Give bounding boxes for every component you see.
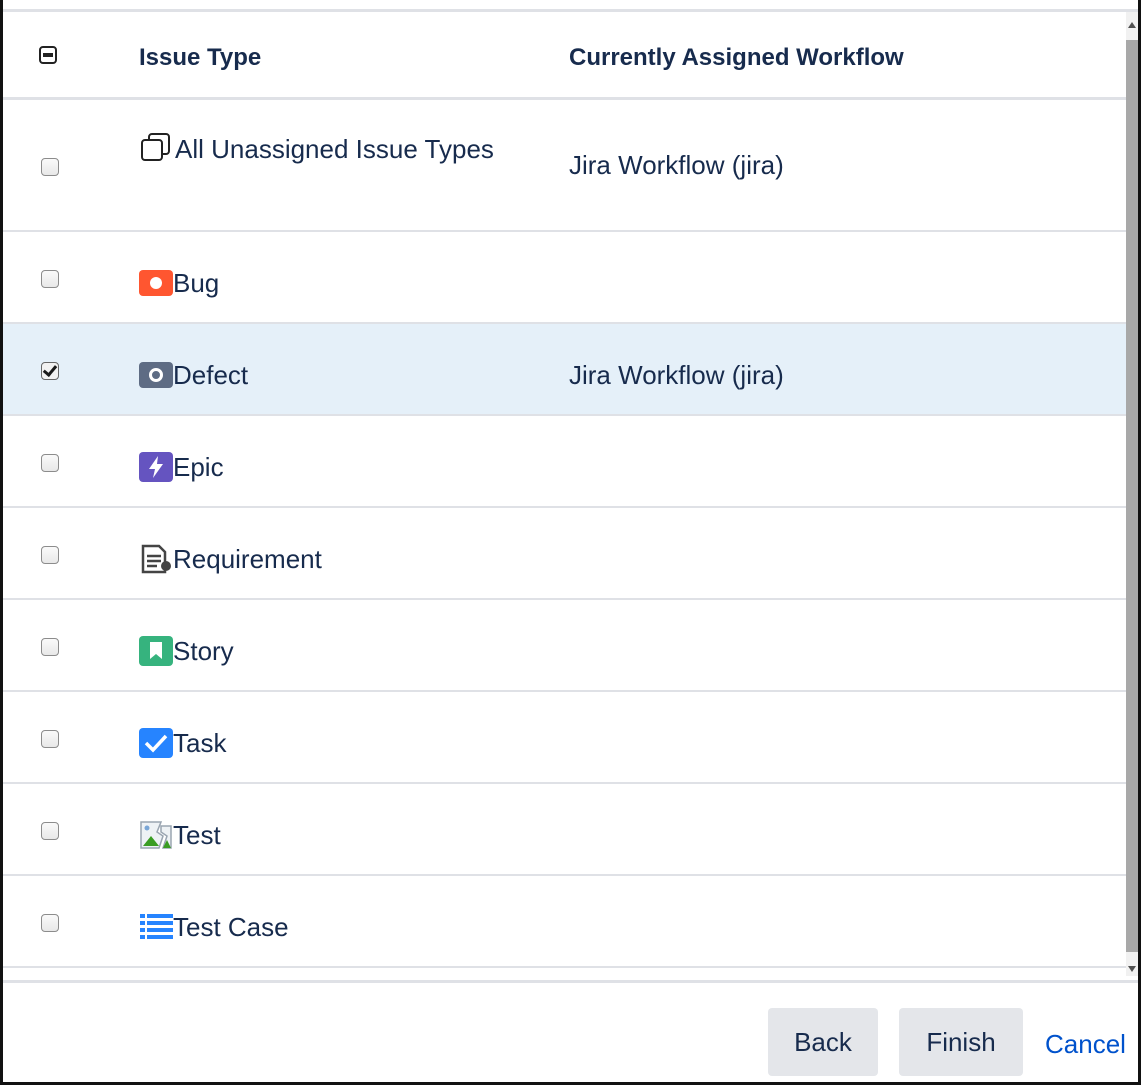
row-checkbox[interactable] <box>41 454 59 472</box>
issue-type-cell: Requirement <box>139 542 322 576</box>
issue-type-label: Task <box>173 727 227 758</box>
table-row[interactable]: Requirement <box>3 508 1126 600</box>
finish-button[interactable]: Finish <box>899 1008 1023 1076</box>
table-row[interactable]: Task <box>3 692 1126 784</box>
broken-image-icon <box>139 818 173 852</box>
workflow-cell: Jira Workflow (jira) <box>569 360 784 390</box>
test-case-list-icon <box>139 910 173 944</box>
issue-type-cell: Task <box>139 726 226 760</box>
task-checkmark-icon <box>139 726 173 760</box>
issue-type-label: Story <box>173 635 234 666</box>
issue-type-table: Issue Type Currently Assigned Workflow A… <box>3 12 1126 976</box>
story-bookmark-icon <box>139 634 173 668</box>
vertical-scrollbar[interactable] <box>1126 12 1138 976</box>
epic-lightning-icon <box>139 450 173 484</box>
table-header: Issue Type Currently Assigned Workflow <box>3 12 1126 100</box>
issue-type-label: Bug <box>173 267 220 298</box>
defect-icon <box>139 358 173 392</box>
row-checkbox[interactable] <box>41 730 59 748</box>
issue-type-label: Test <box>173 819 221 850</box>
issue-type-cell: Test <box>139 818 221 852</box>
footer-divider <box>3 980 1138 983</box>
issue-type-label: Defect <box>173 359 249 390</box>
table-row[interactable]: Epic <box>3 416 1126 508</box>
table-row[interactable]: Bug <box>3 232 1126 324</box>
issue-type-label: Epic <box>173 451 224 482</box>
issue-type-cell: Bug <box>139 266 219 300</box>
row-checkbox[interactable] <box>41 546 59 564</box>
column-header-issue-type: Issue Type <box>139 44 262 71</box>
requirement-document-icon <box>139 542 173 576</box>
issue-type-label: Test Case <box>173 911 289 942</box>
row-checkbox[interactable] <box>41 638 59 656</box>
row-checkbox[interactable] <box>41 270 59 288</box>
cancel-link[interactable]: Cancel <box>1045 1029 1126 1060</box>
row-checkbox[interactable] <box>41 158 59 176</box>
scrollbar-thumb[interactable] <box>1126 40 1138 952</box>
issue-type-cell: Epic <box>139 450 224 484</box>
issue-type-label: All Unassigned Issue Types <box>175 134 494 164</box>
scroll-up-arrow-icon[interactable] <box>1128 22 1136 28</box>
issue-type-label: Requirement <box>173 543 322 574</box>
scroll-down-arrow-icon[interactable] <box>1128 966 1136 972</box>
subtask-stack-icon <box>139 132 175 162</box>
table-row[interactable]: Story <box>3 600 1126 692</box>
row-checkbox[interactable] <box>41 822 59 840</box>
select-all-checkbox[interactable] <box>39 46 57 64</box>
workflow-cell: Jira Workflow (jira) <box>569 150 784 180</box>
row-checkbox[interactable] <box>41 914 59 932</box>
issue-type-cell: Test Case <box>139 910 289 944</box>
row-checkbox[interactable] <box>41 362 59 380</box>
column-header-workflow: Currently Assigned Workflow <box>569 44 904 71</box>
table-row[interactable]: Test Case <box>3 876 1126 968</box>
back-button[interactable]: Back <box>768 1008 878 1076</box>
issue-type-cell: Defect <box>139 358 248 392</box>
bug-icon <box>139 266 173 300</box>
table-row[interactable]: Defect Jira Workflow (jira) <box>3 324 1126 416</box>
table-row[interactable]: Test <box>3 784 1126 876</box>
issue-type-cell: Story <box>139 634 234 668</box>
issue-type-cell: All Unassigned Issue Types <box>139 130 519 168</box>
table-row[interactable]: All Unassigned Issue Types Jira Workflow… <box>3 100 1126 232</box>
